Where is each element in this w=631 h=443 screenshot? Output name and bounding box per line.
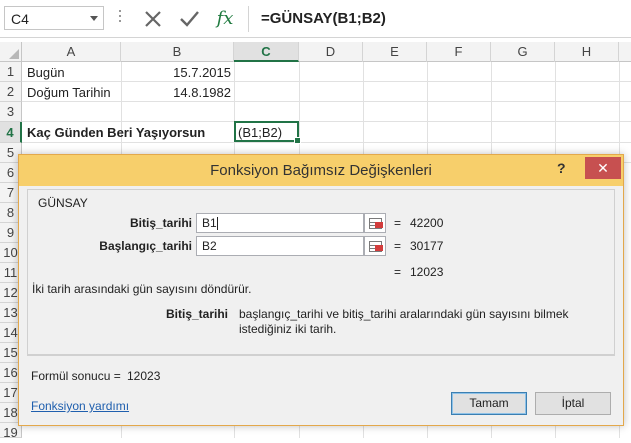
function-description: İki tarih arasındaki gün sayısını döndür… — [32, 282, 252, 296]
function-arguments-dialog: Fonksiyon Bağımsız Değişkenleri ? ✕ GÜNS… — [18, 154, 624, 426]
column-header-b[interactable]: B — [121, 42, 234, 62]
collapse-dialog-icon[interactable] — [364, 236, 386, 256]
column-header-g[interactable]: G — [491, 42, 555, 62]
cancel-icon[interactable] — [140, 6, 166, 32]
insert-function-icon[interactable]: fx — [212, 6, 238, 32]
cancel-button[interactable]: İptal — [535, 392, 611, 415]
close-button[interactable]: ✕ — [585, 157, 621, 179]
row-header-2[interactable]: 2 — [0, 82, 22, 102]
collapse-dialog-icon[interactable] — [364, 213, 386, 233]
row-header-3[interactable]: 3 — [0, 102, 22, 122]
help-icon[interactable]: ? — [557, 160, 577, 176]
cell-c4[interactable]: (B1;B2) — [238, 125, 282, 140]
baslangic-tarihi-input[interactable]: B2 — [196, 236, 364, 256]
formula-result-label: Formül sonucu = — [31, 369, 121, 383]
arg-help-label: Bitiş_tarihi — [165, 307, 228, 321]
cell-a4[interactable]: Kaç Günden Beri Yaşıyorsun — [27, 125, 205, 140]
ok-button[interactable]: Tamam — [451, 392, 527, 415]
formula-text: =GÜNSAY(B1;B2) — [261, 10, 386, 27]
column-header-h[interactable]: H — [555, 42, 619, 62]
arg-label-bitis: Bitiş_tarihi — [129, 216, 192, 230]
formula-input[interactable]: =GÜNSAY(B1;B2) — [248, 6, 631, 32]
grid-line — [22, 121, 631, 122]
row-header-1[interactable]: 1 — [0, 62, 22, 82]
equals-sign: = — [394, 239, 402, 253]
cell-a2[interactable]: Doğum Tarihin — [27, 85, 111, 100]
arg-result-bitis: 42200 — [410, 216, 444, 230]
cell-b2[interactable]: 14.8.1982 — [121, 85, 231, 100]
column-header-e[interactable]: E — [363, 42, 427, 62]
function-result: 12023 — [410, 265, 444, 279]
grid-line — [22, 101, 631, 102]
arg-help-text: başlangıç_tarihi ve bitiş_tarihi araları… — [239, 307, 569, 336]
bitis-tarihi-input[interactable]: B1 — [196, 213, 364, 233]
formula-result-value: 12023 — [127, 369, 161, 383]
column-header-a[interactable]: A — [22, 42, 121, 62]
equals-sign: = — [394, 216, 402, 230]
column-header-c[interactable]: C — [234, 42, 299, 62]
column-header-f[interactable]: F — [427, 42, 491, 62]
grid-line — [22, 142, 631, 143]
column-headers: A B C D E F G H — [0, 42, 631, 62]
baslangic-tarihi-value: B2 — [202, 239, 217, 253]
cell-b1[interactable]: 15.7.2015 — [121, 65, 231, 80]
dialog-titlebar[interactable]: Fonksiyon Bağımsız Değişkenleri ? ✕ — [19, 155, 623, 186]
arg-result-baslangic: 30177 — [410, 239, 444, 253]
name-box[interactable]: C4 — [4, 6, 104, 30]
select-all-corner[interactable] — [0, 42, 22, 62]
arg-label-baslangic: Başlangıç_tarihi — [99, 239, 192, 253]
formula-bar: C4 fx =GÜNSAY(B1;B2) — [0, 0, 631, 38]
text-cursor — [216, 217, 218, 231]
chevron-down-icon[interactable] — [90, 16, 98, 21]
bitis-tarihi-value: B1 — [202, 216, 217, 230]
function-group: GÜNSAY Bitiş_tarihi B1 = 42200 Başlangıç… — [27, 189, 615, 355]
grid-line — [22, 81, 631, 82]
function-help-link[interactable]: Fonksiyon yardımı — [31, 399, 129, 413]
cell-a1[interactable]: Bugün — [27, 65, 65, 80]
row-header-4[interactable]: 4 — [0, 122, 22, 143]
column-header-d[interactable]: D — [299, 42, 363, 62]
formula-bar-grip-icon[interactable] — [118, 10, 122, 28]
function-name: GÜNSAY — [38, 196, 88, 210]
dialog-title: Fonksiyon Bağımsız Değişkenleri — [210, 162, 432, 179]
enter-check-icon[interactable] — [176, 6, 202, 32]
equals-sign: = — [394, 265, 402, 279]
name-box-value: C4 — [11, 11, 29, 27]
divider — [27, 355, 615, 356]
